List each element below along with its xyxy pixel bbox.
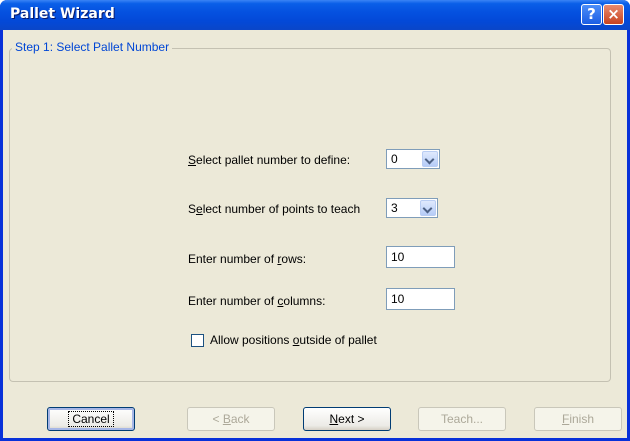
- columns-input[interactable]: 10: [386, 288, 455, 310]
- title-bar[interactable]: Pallet Wizard ? ×: [0, 0, 630, 30]
- chevron-down-icon[interactable]: [422, 151, 438, 167]
- teach-button[interactable]: Teach...: [418, 407, 506, 431]
- chevron-down-icon[interactable]: [420, 200, 436, 216]
- rows-label: Enter number of rows:: [188, 252, 307, 266]
- step-title: Step 1: Select Pallet Number: [12, 40, 173, 54]
- finish-button[interactable]: Finish: [534, 407, 622, 431]
- rows-input[interactable]: 10: [386, 246, 455, 268]
- close-button[interactable]: ×: [603, 4, 624, 25]
- pallet-number-value: 0: [391, 152, 398, 166]
- columns-label: Enter number of columns:: [188, 294, 326, 308]
- points-to-teach-value: 3: [391, 201, 398, 215]
- help-button[interactable]: ?: [581, 4, 602, 25]
- back-button[interactable]: < Back: [187, 407, 275, 431]
- points-to-teach-label: Select number of points to teach: [188, 202, 361, 216]
- pallet-number-label: Select pallet number to define:: [188, 153, 351, 167]
- help-icon: ?: [587, 5, 596, 23]
- cancel-button[interactable]: Cancel: [47, 407, 135, 431]
- window-title: Pallet Wizard: [10, 6, 115, 22]
- points-to-teach-select[interactable]: 3: [386, 198, 438, 218]
- next-button[interactable]: Next >: [303, 407, 391, 431]
- allow-outside-checkbox[interactable]: [191, 334, 204, 347]
- allow-outside-label[interactable]: Allow positions outside of pallet: [210, 333, 377, 347]
- pallet-number-select[interactable]: 0: [386, 149, 440, 169]
- close-icon: ×: [607, 5, 620, 23]
